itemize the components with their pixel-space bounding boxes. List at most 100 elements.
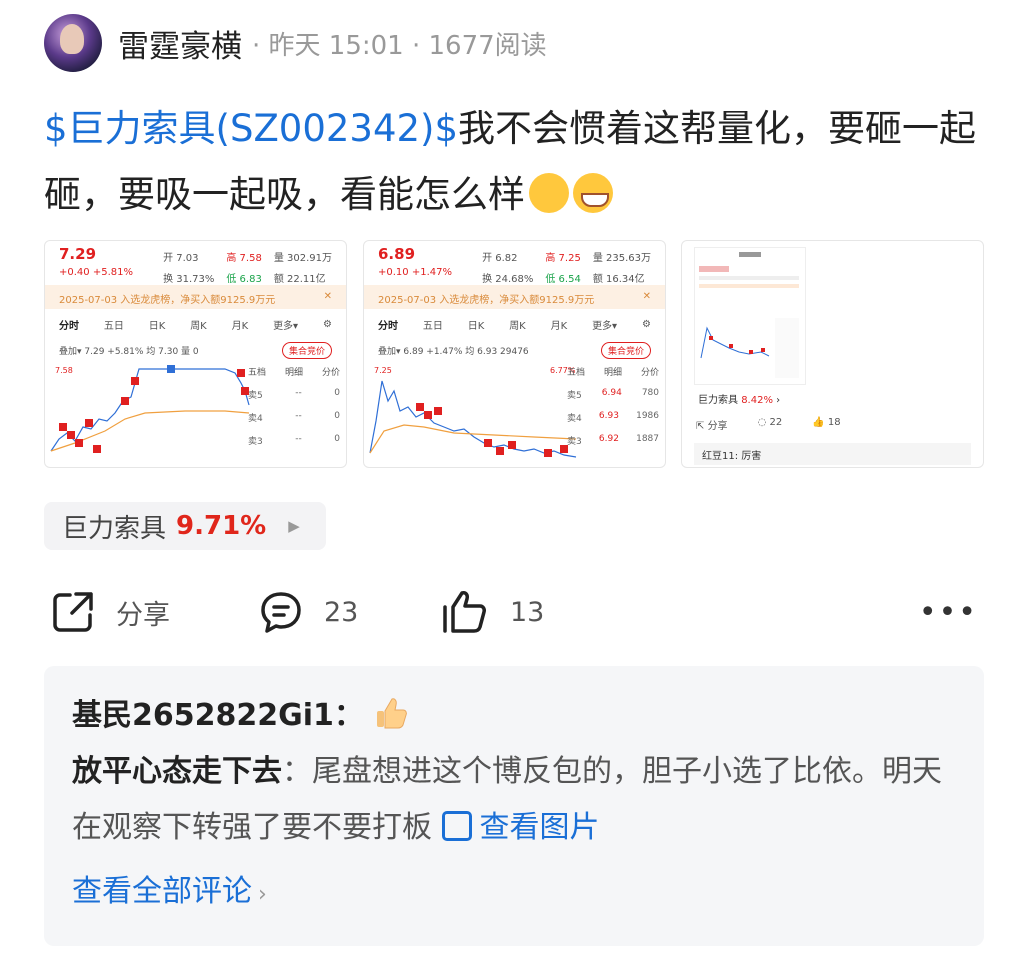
notice-text: 2025-07-03 入选龙虎榜，净买入额9125.9万元: [59, 295, 276, 306]
tab: 周K: [190, 320, 207, 332]
view-image-link[interactable]: 查看图片: [441, 810, 600, 845]
book-price: --: [295, 388, 302, 398]
book-level: 卖3: [248, 437, 263, 447]
tab: 周K: [509, 320, 526, 332]
smile-emoji-icon: [529, 173, 569, 213]
stock-link[interactable]: $巨力索具(SZ002342)$: [44, 107, 458, 150]
book-volume: 0: [334, 388, 340, 398]
book-volume: 0: [334, 434, 340, 444]
tab: 分时: [378, 320, 398, 332]
tab: 月K: [550, 320, 568, 332]
nested-comment: 红豆11: 厉害: [694, 443, 971, 465]
stat: 额 22.11亿: [273, 274, 326, 285]
comment-user[interactable]: 基民2652822Gi1：: [72, 698, 364, 733]
nested-screenshot-svg: [695, 248, 805, 378]
high-marker: [167, 365, 175, 373]
book-price: --: [295, 434, 302, 444]
book-volume: 0: [334, 411, 340, 421]
quote-price: 7.29: [59, 245, 97, 263]
mini-price-line: [700, 326, 770, 359]
auction-badge: 集合竞价: [281, 341, 332, 359]
chart-tabs: 分时 五日 日K 周K 月K 更多▾ ⚙: [364, 309, 665, 339]
comment-item[interactable]: 基民2652822Gi1：: [72, 688, 956, 744]
nested-name: 巨力索具: [698, 395, 738, 406]
quote-stats: 开 6.82 高 7.25 量 235.63万 换 24.68% 低 6.54 …: [482, 249, 651, 285]
chart-tabs: 分时 五日 日K 周K 月K 更多▾ ⚙: [45, 309, 346, 339]
price-line: [369, 380, 577, 458]
comment-item[interactable]: 放平心态走下去：尾盘想进这个博反包的，胆子小选了比依。明天在观察下转强了要不要打…: [72, 744, 962, 856]
nested-share: ⇱ 分享: [696, 421, 728, 432]
chart-subbar: 叠加▾ 7.29 +5.81% 均 7.30 量 0 集合竞价: [45, 339, 346, 361]
more-icon[interactable]: •••: [919, 595, 978, 630]
nested-comments-count: 22: [769, 417, 783, 428]
nested-likes-count: 18: [827, 417, 841, 428]
tab: 更多▾: [592, 320, 618, 332]
quote-stats: 开 7.03 高 7.58 量 302.91万 换 31.73% 低 6.83 …: [163, 249, 332, 285]
view-all-comments[interactable]: 查看全部评论 ›: [72, 866, 956, 910]
intraday-chart-svg: 7.25 6.77%: [369, 366, 577, 458]
settings-icon: ⚙: [641, 318, 651, 330]
intraday-chart: 7.58 五档 明细 分价 卖5 -- 0 卖4 -- 0 卖3 -- 0: [45, 361, 346, 461]
book-price: 6.94: [601, 388, 622, 398]
comment-button[interactable]: 23: [258, 589, 358, 635]
book-tab: 五档: [248, 368, 267, 378]
like-button[interactable]: 13: [440, 589, 544, 635]
book-price: --: [295, 411, 302, 421]
book-tab: 分价: [321, 368, 340, 378]
image-thumbnail-3[interactable]: 巨力索具 8.42% › ⇱ 分享 ◌ 22 👍 18 红豆11: 厉害: [681, 240, 984, 468]
settings-icon: ⚙: [322, 318, 332, 330]
view-all-label: 查看全部评论: [72, 874, 252, 909]
nested-pct: 8.42%: [741, 395, 773, 406]
stat: 量 302.91万: [273, 253, 332, 264]
tab: 日K: [467, 320, 485, 332]
chart-ymax: 7.58: [55, 366, 73, 375]
tab: 五日: [103, 320, 124, 332]
book-tab: 分价: [640, 368, 659, 378]
post-text: $巨力索具(SZ002342)$我不会惯着这帮量化，要砸一起砸，要吸一起吸，看能…: [44, 96, 984, 228]
avg-line: [369, 424, 577, 454]
book-level: 卖3: [567, 437, 582, 447]
author-name[interactable]: 雷霆豪横: [118, 21, 242, 66]
stat: 低 6.54: [545, 274, 581, 285]
chevron-right-icon: ›: [258, 882, 267, 907]
book-level: 卖4: [567, 414, 582, 424]
stock-tag[interactable]: 巨力索具 9.71% ▶: [44, 502, 326, 550]
nested-share-label: 分享: [707, 421, 728, 432]
image-gallery: 7.29 +0.40 +5.81% 开 7.03 高 7.58 量 302.91…: [44, 240, 984, 468]
quote-change: +0.10 +1.47%: [378, 267, 452, 278]
stat: 换 24.68%: [482, 274, 534, 285]
tab: 月K: [231, 320, 249, 332]
book-price: 6.92: [598, 434, 619, 444]
sub-text: 叠加▾ 6.89 +1.47% 均 6.93 29476: [378, 346, 529, 357]
stat: 低 6.83: [226, 274, 262, 285]
book-level: 卖5: [248, 391, 263, 401]
auction-badge: 集合竞价: [600, 341, 651, 359]
tab: 分时: [59, 320, 79, 332]
book-tab: 五档: [567, 368, 586, 378]
stat: 开 6.82: [482, 253, 518, 264]
avatar[interactable]: [44, 14, 102, 72]
notice-bar: 2025-07-03 入选龙虎榜，净买入额9125.9万元 ✕: [45, 285, 346, 309]
share-button[interactable]: 分享: [50, 589, 170, 635]
stock-tag-pct: 9.71%: [176, 511, 267, 541]
stat: 高 7.25: [545, 253, 581, 264]
comment-section: 基民2652822Gi1： 放平心态走下去：尾盘想进这个博反包的，胆子小选了比依…: [44, 666, 984, 946]
image-thumbnail-2[interactable]: 6.89 +0.10 +1.47% 开 6.82 高 7.25 量 235.63…: [363, 240, 666, 468]
image-thumbnail-1[interactable]: 7.29 +0.40 +5.81% 开 7.03 高 7.58 量 302.91…: [44, 240, 347, 468]
comment-icon: [261, 592, 301, 633]
thumbs-up-emoji-icon: [377, 698, 408, 729]
nested-screenshot: [694, 247, 806, 385]
like-count: 13: [510, 596, 545, 628]
price-line: [50, 368, 250, 452]
quote-price: 6.89: [378, 245, 416, 263]
share-label: 分享: [116, 599, 170, 631]
order-book: 五档 明细 分价 卖5 6.94 780 卖4 6.93 1986 卖3 6.92 1887: [567, 365, 659, 447]
stock-tag-name: 巨力索具: [62, 513, 167, 544]
intraday-chart: 7.25 6.77% 五档 明细 分价 卖5 6.94 780 卖4 6.93 1986 卖…: [364, 361, 665, 461]
book-price: 6.93: [598, 411, 619, 421]
comment-user[interactable]: 放平心态走下去: [72, 754, 282, 789]
order-book: 五档 明细 分价 卖5 -- 0 卖4 -- 0 卖3 -- 0: [248, 365, 340, 447]
quote-change: +0.40 +5.81%: [59, 267, 133, 278]
view-image-label: 查看图片: [479, 810, 600, 845]
nested-likes: 👍 18: [812, 417, 841, 428]
